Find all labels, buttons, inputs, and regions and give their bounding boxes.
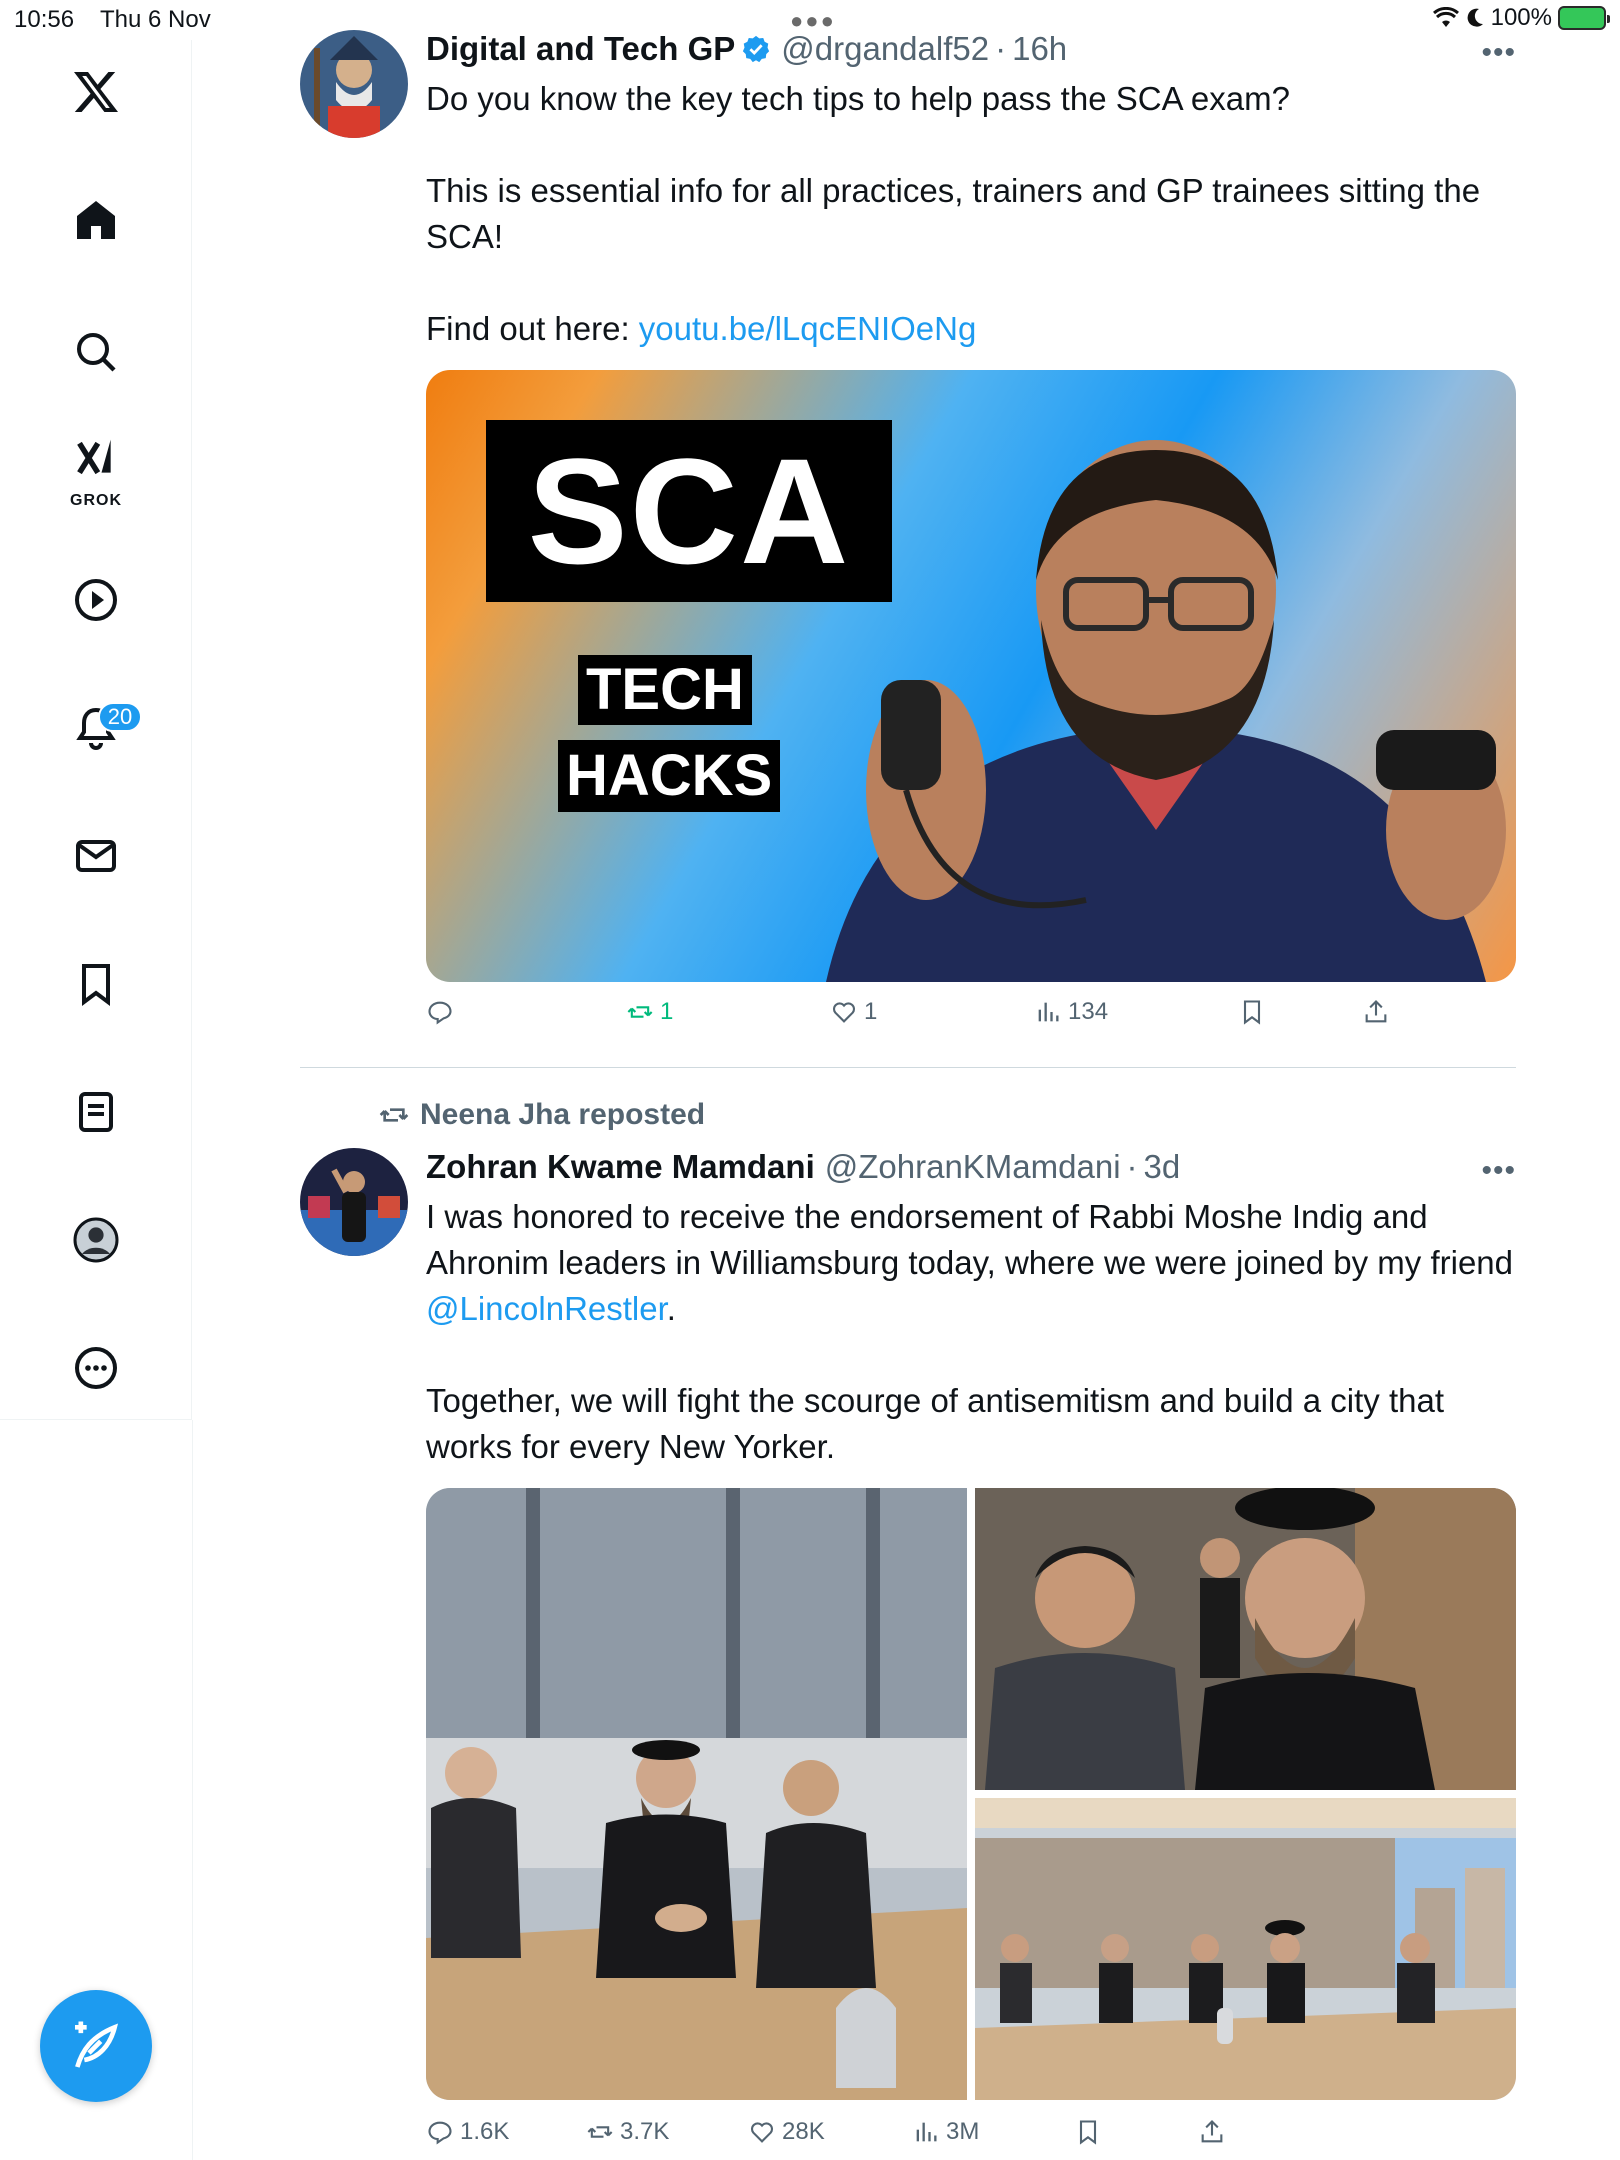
tweet-text-p1: Do you know the key tech tips to help pa… xyxy=(426,80,1290,117)
views-button[interactable]: 134 xyxy=(1034,998,1108,1026)
repost-button[interactable]: 3.7K xyxy=(586,2118,669,2146)
share-button[interactable] xyxy=(1198,2118,1226,2146)
tweet-text-p3-prefix: Find out here: xyxy=(426,310,639,347)
separator-dot: · xyxy=(1126,1148,1138,1185)
more-options-icon[interactable] xyxy=(56,1328,136,1408)
verified-badge-icon xyxy=(741,34,771,64)
home-icon[interactable] xyxy=(56,180,136,260)
profile-avatar-icon[interactable] xyxy=(56,1200,136,1280)
views-chart-icon xyxy=(1038,1002,1059,1022)
mention-link[interactable]: @LincolnRestler xyxy=(426,1290,667,1327)
views-chart-icon xyxy=(916,2122,937,2142)
tweet-time[interactable]: 3d xyxy=(1144,1148,1181,1186)
views-count: 134 xyxy=(1068,998,1109,1025)
tweet-avatar[interactable] xyxy=(300,1148,408,1256)
bookmark-icon xyxy=(1079,2120,1097,2145)
repost-icon xyxy=(627,1006,653,1018)
thumbnail-person-illustration xyxy=(826,440,1506,982)
reply-button[interactable] xyxy=(426,998,454,1026)
notifications-badge: 20 xyxy=(98,702,142,732)
grok-label: GROK xyxy=(70,492,122,509)
like-button[interactable]: 1 xyxy=(830,998,877,1026)
status-date: Thu 6 Nov xyxy=(100,6,211,33)
repost-context-icon xyxy=(379,1108,409,1122)
video-play-icon[interactable] xyxy=(56,560,136,640)
repost-context-label: Neena Jha reposted xyxy=(420,1098,706,1131)
share-button[interactable] xyxy=(1362,998,1390,1026)
compose-feather-icon xyxy=(75,2021,119,2068)
bookmark-button[interactable] xyxy=(1238,998,1266,1026)
photo-3[interactable] xyxy=(975,1798,1516,2100)
tweet-header: Zohran Kwame Mamdani @ZohranKMamdani · 3… xyxy=(426,1148,1180,1186)
tweet-avatar[interactable] xyxy=(300,30,408,138)
notifications-bell-icon[interactable]: 20 xyxy=(56,688,142,768)
repost-icon xyxy=(587,2126,613,2138)
lists-icon[interactable] xyxy=(56,1072,136,1152)
battery-percent: 100% xyxy=(1490,4,1552,31)
thumbnail-subtitle-hacks: HACKS xyxy=(558,740,781,812)
thumbnail-subtitle-tech: TECH xyxy=(578,655,752,725)
sidebar-border xyxy=(192,1420,193,2160)
author-handle[interactable]: @ZohranKMamdani xyxy=(825,1148,1121,1186)
status-indicators: 100% xyxy=(1432,4,1610,32)
tweet-text-p1-end: . xyxy=(666,1290,676,1327)
photo-1[interactable] xyxy=(426,1488,967,2100)
messages-envelope-icon[interactable] xyxy=(56,816,136,896)
like-count: 28K xyxy=(782,2118,825,2145)
reply-count: 1.6K xyxy=(460,2118,510,2145)
tweet-photo-grid xyxy=(426,1488,1516,2100)
repost-button[interactable]: 1 xyxy=(626,998,673,1026)
tweet-text-p2: This is essential info for all practices… xyxy=(426,172,1481,255)
tweet-actions: 1 1 134 xyxy=(426,998,1516,1038)
tweet-media-thumbnail[interactable]: SCA TECH HACKS xyxy=(426,370,1516,982)
tweet-divider xyxy=(300,1067,1516,1068)
like-count: 1 xyxy=(864,998,878,1025)
author-name[interactable]: Digital and Tech GP xyxy=(426,30,735,68)
tweet-time[interactable]: 16h xyxy=(1012,30,1067,68)
sidebar: GROK 20 xyxy=(0,40,192,1420)
reply-icon xyxy=(428,1001,452,1025)
bookmark-icon xyxy=(1243,1000,1261,1025)
like-button[interactable]: 28K xyxy=(748,2118,825,2146)
repost-count: 3.7K xyxy=(620,2118,670,2145)
tweet-text-p3: Find out here: youtu.be/lLqcENIOeNg xyxy=(426,306,1516,352)
heart-icon xyxy=(750,2122,774,2143)
reply-button[interactable]: 1.6K xyxy=(426,2118,509,2146)
views-count: 3M xyxy=(946,2118,980,2145)
tweet-header: Digital and Tech GP @drgandalf52 · 16h xyxy=(426,30,1067,68)
tweet-text: Do you know the key tech tips to help pa… xyxy=(426,76,1516,352)
author-name[interactable]: Zohran Kwame Mamdani xyxy=(426,1148,815,1186)
views-button[interactable]: 3M xyxy=(912,2118,979,2146)
reply-icon xyxy=(428,2121,452,2145)
compose-post-button[interactable] xyxy=(40,1990,152,2102)
heart-icon xyxy=(832,1002,856,1023)
repost-count: 1 xyxy=(660,998,674,1025)
status-time: 10:56 xyxy=(14,6,75,33)
share-icon xyxy=(1201,2120,1223,2143)
tweet-text-p1: I was honored to receive the endorsement… xyxy=(426,1194,1516,1332)
moon-icon xyxy=(1467,8,1483,27)
tweet-text-p1-body: I was honored to receive the endorsement… xyxy=(426,1198,1514,1281)
separator-dot: · xyxy=(995,30,1007,67)
tweet-text: I was honored to receive the endorsement… xyxy=(426,1194,1516,1470)
tweet-more-icon[interactable]: ••• xyxy=(1481,1154,1516,1188)
battery-icon xyxy=(1558,6,1610,30)
tweet-more-icon[interactable]: ••• xyxy=(1481,36,1516,70)
grok-icon[interactable]: GROK xyxy=(56,430,136,510)
share-icon xyxy=(1365,1000,1387,1023)
search-icon[interactable] xyxy=(56,312,136,392)
author-handle[interactable]: @drgandalf52 xyxy=(781,30,989,68)
bookmarks-icon[interactable] xyxy=(56,944,136,1024)
x-logo-icon[interactable] xyxy=(56,52,136,132)
tweet-digital-tech-gp[interactable]: Digital and Tech GP @drgandalf52 · 16h •… xyxy=(300,30,1516,1050)
tweet-actions: 1.6K 3.7K 28K 3M xyxy=(426,2118,1516,2158)
photo-2[interactable] xyxy=(975,1488,1516,1790)
bookmark-button[interactable] xyxy=(1074,2118,1102,2146)
tweet-text-p2: Together, we will fight the scourge of a… xyxy=(426,1382,1445,1465)
repost-context[interactable]: Neena Jha reposted xyxy=(378,1098,705,1132)
tweet-zohran-mamdani[interactable]: Zohran Kwame Mamdani @ZohranKMamdani · 3… xyxy=(300,1148,1516,2160)
youtube-link[interactable]: youtu.be/lLqcENIOeNg xyxy=(639,310,977,347)
wifi-icon xyxy=(1432,7,1459,27)
